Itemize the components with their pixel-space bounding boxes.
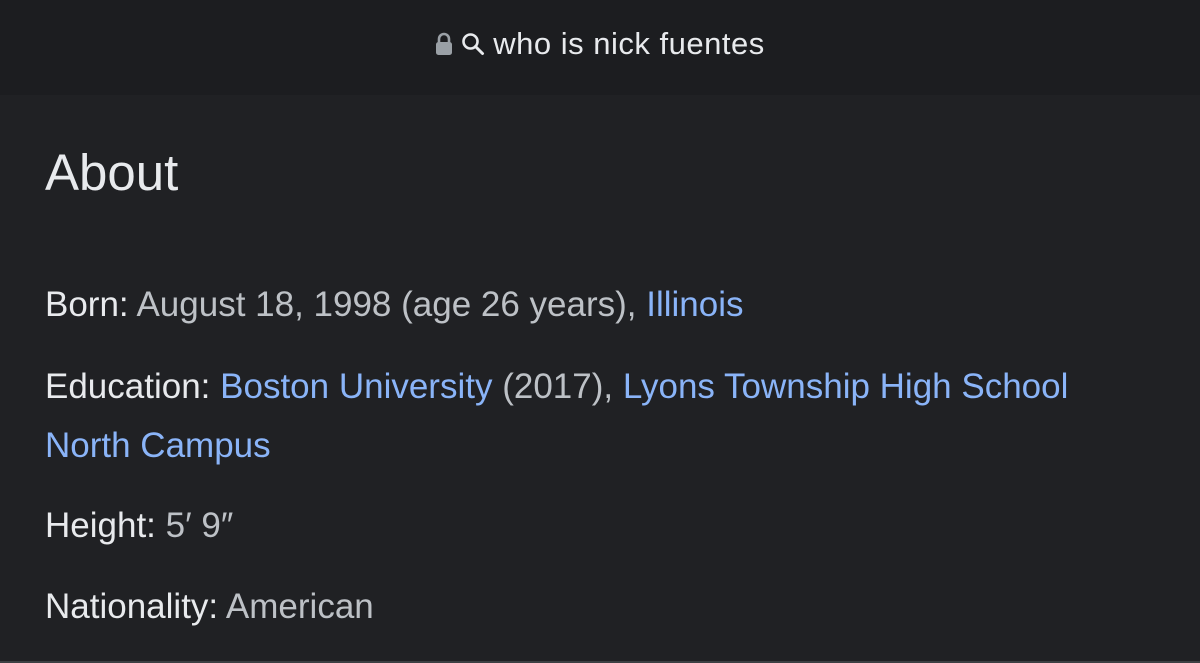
nationality-value: American (218, 587, 374, 626)
search-icon (461, 32, 485, 56)
fact-born: Born: August 18, 1998 (age 26 years), Il… (45, 275, 1155, 334)
search-result-page: who is nick fuentes About Born: August 1… (0, 0, 1200, 663)
address-bar[interactable]: who is nick fuentes (0, 0, 1200, 95)
address-bar-content[interactable]: who is nick fuentes (435, 26, 764, 62)
search-query-text[interactable]: who is nick fuentes (493, 26, 764, 62)
education-school1-year: (2017), (492, 367, 623, 406)
education-label: Education: (45, 367, 211, 406)
fact-education: Education: Boston University (2017), Lyo… (45, 357, 1155, 475)
fact-nationality: Nationality: American (45, 577, 1155, 636)
height-value: 5′ 9″ (155, 506, 234, 545)
fact-height: Height: 5′ 9″ (45, 496, 1155, 555)
born-value: August 18, 1998 (age 26 years), (128, 285, 647, 324)
education-school1-link[interactable]: Boston University (220, 367, 492, 406)
about-panel: About Born: August 18, 1998 (age 26 year… (0, 95, 1200, 661)
born-place-link[interactable]: Illinois (646, 285, 743, 324)
nationality-label: Nationality: (45, 587, 219, 626)
born-label: Born: (45, 285, 129, 324)
about-heading: About (45, 144, 179, 201)
height-label: Height: (45, 506, 156, 545)
lock-icon (435, 32, 453, 56)
